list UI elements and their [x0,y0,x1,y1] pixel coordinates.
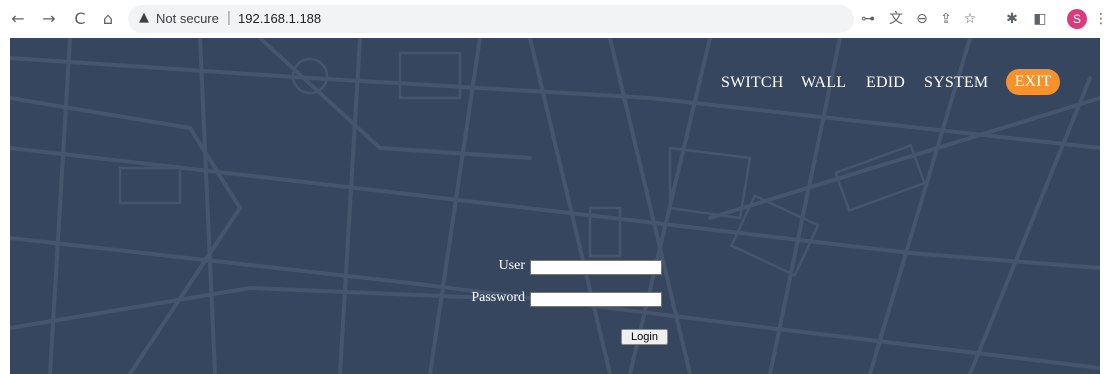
side-panel-icon[interactable]: ◧ [1030,9,1050,29]
nav-switch-link[interactable]: SWITCH [721,74,784,92]
user-input[interactable] [530,260,662,275]
login-button[interactable]: Login [621,329,668,345]
browser-toolbar: ← → C ⌂ ▲ Not secure | 192.168.1.188 ⊶ 文… [0,0,1110,38]
share-icon[interactable]: ⇪ [936,9,956,29]
password-label: Password [471,290,525,305]
profile-avatar[interactable]: S [1067,9,1087,29]
security-label[interactable]: Not secure [156,11,219,26]
bookmark-star-icon[interactable]: ☆ [960,9,980,29]
back-icon[interactable]: ← [8,9,28,29]
extensions-puzzle-icon[interactable]: ✱ [1002,9,1022,29]
nav-wall-link[interactable]: WALL [801,74,846,92]
user-label: User [498,258,525,273]
warning-icon[interactable]: ▲ [139,10,149,25]
password-input[interactable] [530,292,662,307]
translate-icon[interactable]: 文 [886,9,906,29]
reload-icon[interactable]: C [70,9,90,29]
web-page: SWITCH WALL EDID SYSTEM EXIT User Passwo… [10,38,1100,374]
nav-system-link[interactable]: SYSTEM [924,74,988,92]
url-text[interactable]: 192.168.1.188 [238,11,321,26]
home-icon[interactable]: ⌂ [98,9,118,29]
exit-button[interactable]: EXIT [1006,69,1060,95]
forward-icon[interactable]: → [39,9,59,29]
separator: | [227,9,231,26]
key-icon[interactable]: ⊶ [858,9,878,29]
menu-kebab-icon[interactable]: ⋮ [1094,9,1108,29]
zoom-icon[interactable]: ⊖ [912,9,932,29]
nav-edid-link[interactable]: EDID [866,74,905,92]
address-bar[interactable]: ▲ Not secure | 192.168.1.188 ⊶ 文 ⊖ ⇪ ☆ [128,5,976,33]
